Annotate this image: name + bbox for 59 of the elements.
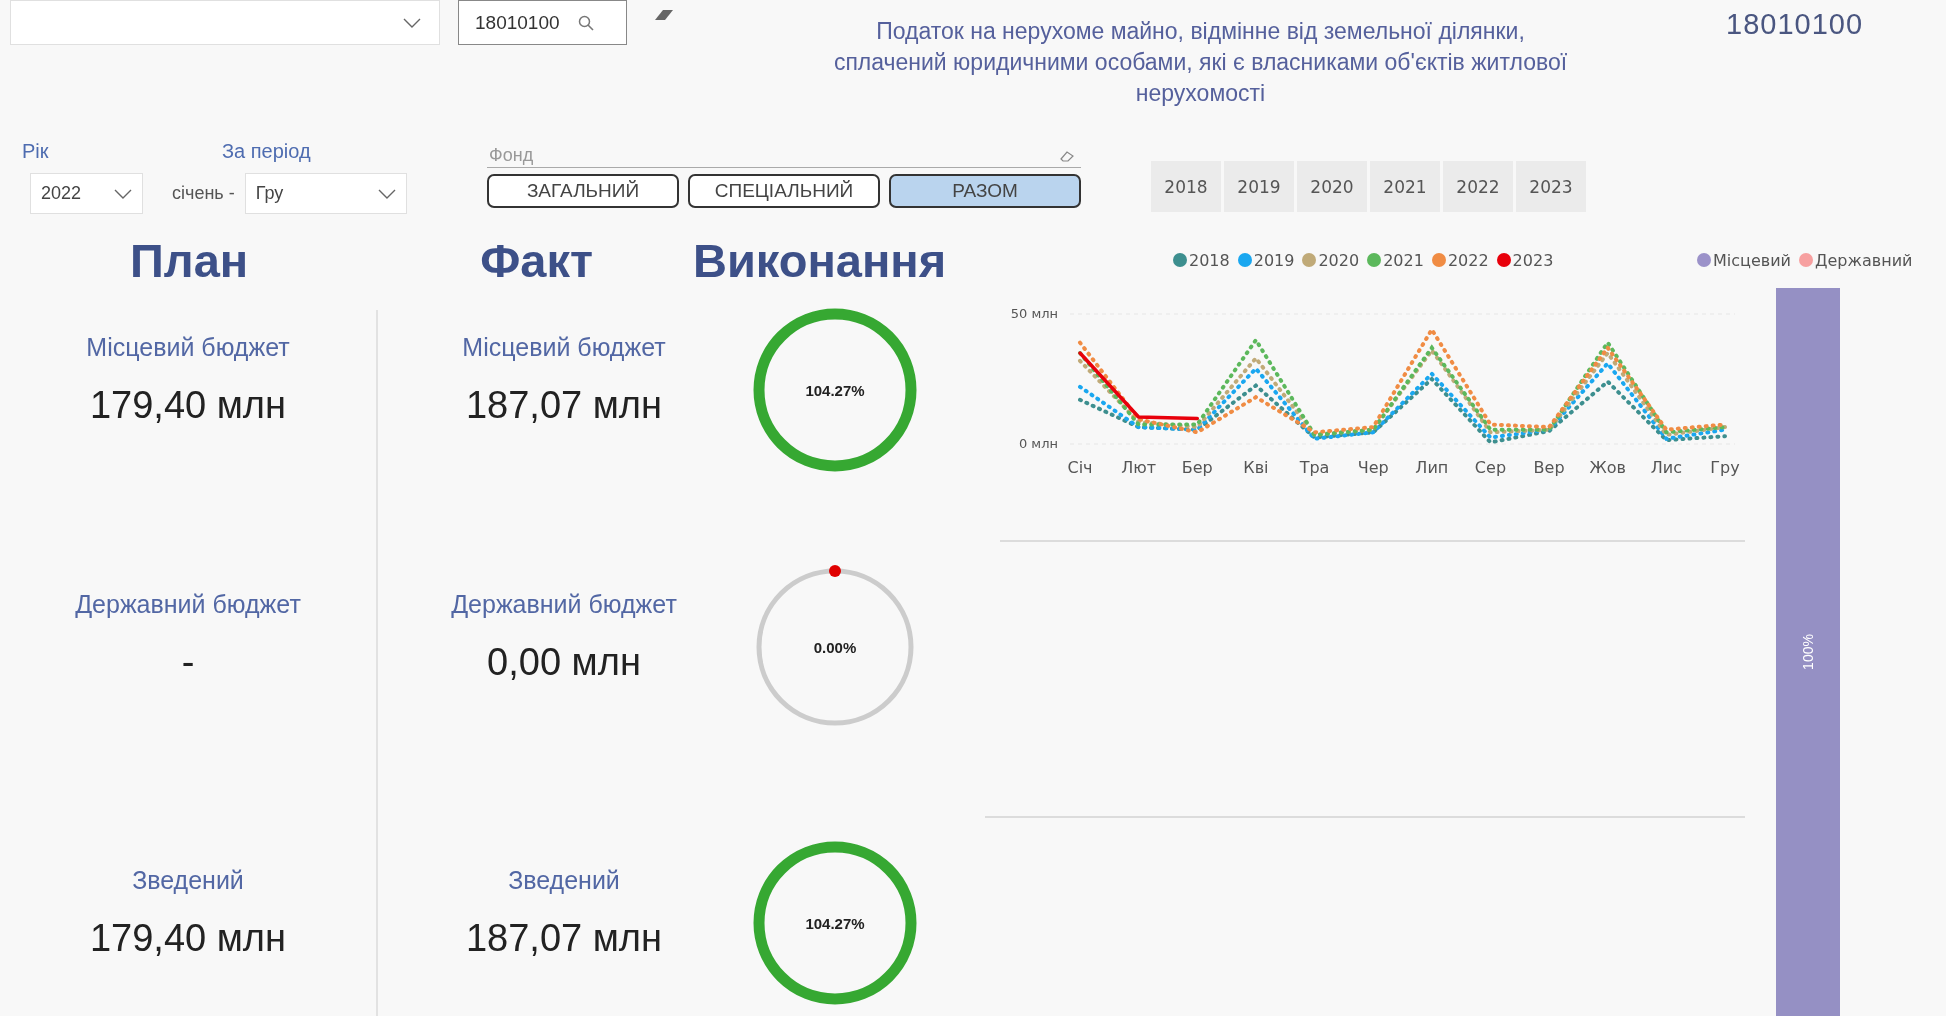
fact-heading: Факт [480,232,593,288]
axis-label: Кві [1243,458,1269,477]
percent-value: 104.27% [805,381,865,399]
metric-label: Місцевий бюджет [462,333,666,362]
metric-label: Державний бюджет [75,590,301,619]
year-tile[interactable]: 2018 [1151,161,1221,212]
page-title: Податок на нерухоме майно, відмінне від земельної ділянки, сплачений юридичними особами, які є власниками об'єктів житлової нерухомості [832,17,1569,108]
axis-label: Гру [1710,458,1740,477]
year-tile[interactable]: 2021 [1370,161,1440,212]
fund-button[interactable]: ЗАГАЛЬНИЙ [487,174,679,208]
metric-label: Державний бюджет [451,590,677,619]
axis-label: 0 млн [1018,436,1058,451]
axis-label: Лют [1121,458,1157,477]
metric-label: Зведений [132,866,244,895]
percent-value: 104.27% [805,914,865,932]
axis-label: Січ [1067,458,1093,477]
percent-value: 0.00% [813,638,857,656]
axis-label: Вер [1533,458,1565,477]
legend-label: 2021 [1383,250,1424,270]
axis-label: Лис [1650,458,1682,477]
metric-value: 179,40 млн [89,384,287,427]
axis-label: Жов [1589,458,1626,477]
metric-label: Місцевий бюджет [86,333,290,362]
year-dropdown[interactable]: 2022 [30,173,143,214]
period-dropdown[interactable]: Гру [244,173,407,214]
axis-label: Бер [1181,458,1213,477]
axis-label: Лип [1415,458,1449,477]
code-label: 18010100 [1726,7,1865,41]
year-label: Рік [22,140,50,164]
bar-value-label: 100% [1800,634,1816,670]
year-tile[interactable]: 2022 [1443,161,1513,212]
legend-label: Державний [1815,250,1913,270]
legend-label: Місцевий [1713,250,1791,270]
legend-label: 2020 [1318,250,1360,270]
metric-value: - [181,641,195,684]
fund-label: Фонд [489,145,534,166]
metric-value: 0,00 млн [487,641,641,684]
execution-heading: Виконання [692,232,947,288]
metric-label: Зведений [508,866,620,895]
legend-label: 2023 [1512,250,1554,270]
axis-label: 50 млн [1010,306,1058,321]
fund-button[interactable]: РАЗОМ [889,174,1081,208]
legend-label: 2022 [1447,250,1489,270]
axis-label: Сер [1474,458,1507,477]
metric-value: 179,40 млн [89,917,287,960]
axis-label: Чер [1357,458,1389,477]
year-tile[interactable]: 2019 [1224,161,1294,212]
period-prefix: січень - [172,183,235,204]
plan-heading: План [130,232,249,288]
metric-value: 187,07 млн [465,384,663,427]
axis-label: Тра [1299,458,1330,477]
year-tile[interactable]: 2020 [1297,161,1367,212]
metric-value: 187,07 млн [465,917,663,960]
search-field[interactable]: 18010100 [458,0,627,45]
period-label: За період [222,140,312,164]
legend-label: 2018 [1189,250,1230,270]
legend-label: 2019 [1253,250,1295,270]
year-tile[interactable]: 2023 [1516,161,1586,212]
fund-button[interactable]: СПЕЦІАЛЬНИЙ [688,174,880,208]
